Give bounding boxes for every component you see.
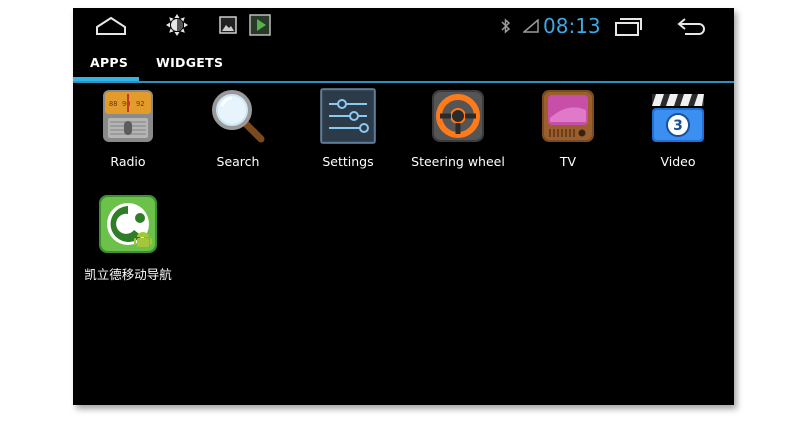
tab-apps[interactable]: APPS bbox=[90, 52, 128, 74]
brightness-icon[interactable] bbox=[165, 13, 189, 37]
tv-icon bbox=[542, 90, 594, 142]
tab-divider-line bbox=[73, 81, 734, 83]
home-outline-icon[interactable] bbox=[95, 15, 127, 37]
video-badge-number: 3 bbox=[673, 118, 683, 134]
back-icon[interactable] bbox=[677, 16, 709, 36]
bluetooth-icon bbox=[501, 18, 511, 34]
tab-widgets[interactable]: WIDGETS bbox=[156, 52, 223, 74]
radio-dial-88: 88 bbox=[109, 100, 117, 108]
app-label: Radio bbox=[110, 154, 146, 169]
clapperboard-icon: 3 bbox=[652, 94, 704, 142]
app-label: Steering wheel bbox=[411, 154, 505, 169]
app-search[interactable]: Search bbox=[183, 88, 293, 188]
status-bar: 08:13 bbox=[73, 8, 734, 44]
media-play-icon[interactable] bbox=[249, 14, 271, 36]
app-label: Search bbox=[216, 154, 260, 169]
steering-wheel-icon bbox=[432, 90, 484, 142]
navigation-app-icon bbox=[99, 195, 157, 253]
radio-icon: 88 90 92 bbox=[103, 90, 153, 142]
magnifier-icon bbox=[212, 90, 265, 143]
app-label: TV bbox=[559, 154, 577, 169]
app-navigation[interactable]: 凯立德移动导航 bbox=[73, 194, 183, 294]
app-settings[interactable]: Settings bbox=[293, 88, 403, 188]
app-steering-wheel[interactable]: Steering wheel bbox=[403, 88, 513, 188]
sliders-icon bbox=[320, 88, 376, 144]
radio-dial-90: 90 bbox=[122, 100, 130, 108]
app-video[interactable]: 3 Video bbox=[623, 88, 733, 188]
signal-icon bbox=[523, 19, 539, 33]
app-tv[interactable]: TV bbox=[513, 88, 623, 188]
app-label: Video bbox=[660, 154, 696, 169]
tab-bar: APPS WIDGETS bbox=[73, 48, 734, 84]
app-label: 凯立德移动导航 bbox=[84, 267, 172, 282]
recent-apps-icon[interactable] bbox=[613, 17, 643, 37]
radio-dial-92: 92 bbox=[136, 100, 144, 108]
app-label: Settings bbox=[322, 154, 374, 169]
picture-icon[interactable] bbox=[219, 16, 237, 34]
status-clock: 08:13 bbox=[543, 14, 601, 38]
android-screen: 08:13 APPS WIDGETS 88 90 92 Radio Search… bbox=[73, 8, 734, 405]
app-radio[interactable]: 88 90 92 Radio bbox=[73, 88, 183, 188]
